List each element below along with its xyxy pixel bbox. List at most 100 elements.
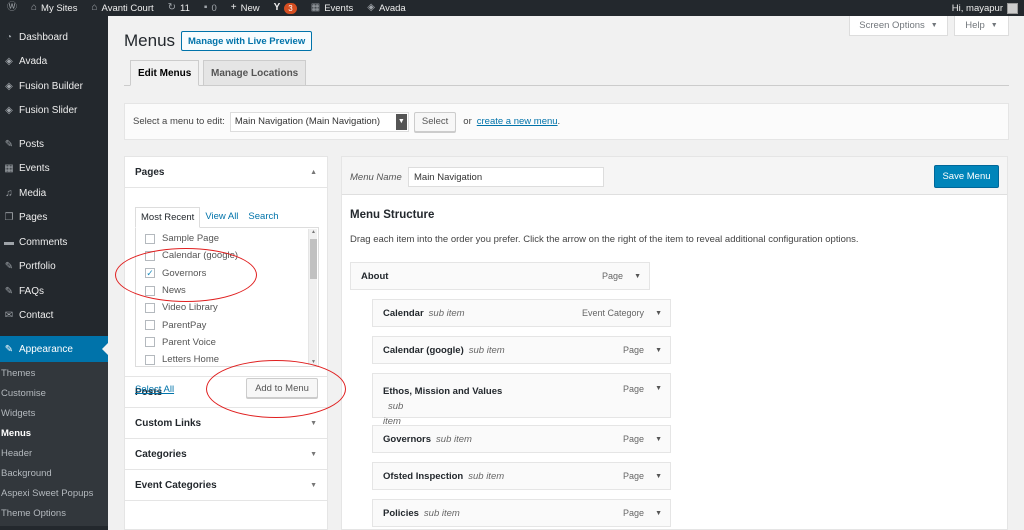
menu-item-policies[interactable]: Policies sub item Page ▼: [372, 499, 671, 527]
site-name-button[interactable]: ⌂ Avanti Court: [84, 0, 160, 16]
submenu-item-header[interactable]: Header: [0, 444, 108, 464]
sidebar-item-fusion-slider[interactable]: ◈ Fusion Slider: [0, 99, 108, 124]
checkbox[interactable]: [145, 302, 155, 313]
triangle-down-icon: ▼: [310, 481, 317, 489]
item-edit-arrow-icon[interactable]: ▼: [655, 385, 662, 392]
list-item[interactable]: Sample Page: [136, 230, 318, 247]
events-button[interactable]: ▦ Events: [304, 0, 361, 16]
submenu-item-theme-options[interactable]: Theme Options: [0, 504, 108, 524]
scrollbar-thumb[interactable]: [310, 239, 317, 279]
scroll-up-icon[interactable]: ▲: [309, 229, 318, 235]
create-new-menu-link[interactable]: create a new menu: [477, 116, 558, 127]
menu-item-ethos[interactable]: Ethos, Mission and Values sub item Page …: [372, 373, 671, 427]
avada-button[interactable]: ◈ Avada: [360, 0, 412, 16]
sidebar-item-avada[interactable]: ◈ Avada: [0, 50, 108, 75]
updates-icon: ↻: [167, 2, 177, 13]
item-edit-arrow-icon[interactable]: ▼: [655, 510, 662, 517]
manage-menus-bar: Select a menu to edit: Main Navigation (…: [124, 103, 1009, 140]
sidebar-item-faqs[interactable]: ✎ FAQs: [0, 279, 108, 304]
page-title: Menus: [124, 31, 176, 50]
sub-item-tag: sub item: [428, 307, 465, 319]
section-title: Custom Links: [135, 417, 202, 429]
submenu-item-themes[interactable]: Themes: [0, 364, 108, 384]
submenu-item-customise[interactable]: Customise: [0, 384, 108, 404]
my-sites-button[interactable]: ⌂ My Sites: [24, 0, 84, 16]
screen-options-button[interactable]: Screen Options ▼: [849, 16, 948, 36]
comments-button[interactable]: ▪ 0: [197, 0, 224, 16]
updates-count: 11: [180, 2, 190, 14]
sidebar-item-label: Dashboard: [19, 31, 68, 43]
accordion-section-event-categories[interactable]: Event Categories ▼: [125, 470, 327, 501]
scrollbar[interactable]: ▲ ▼: [308, 229, 317, 365]
menu-item-type: Page: [622, 384, 644, 394]
list-item[interactable]: ParentPay: [136, 316, 318, 333]
pin-icon: ✎: [4, 261, 14, 273]
menu-item-calendar-google[interactable]: Calendar (google) sub item Page ▼: [372, 336, 671, 364]
sidebar-item-fusion-builder[interactable]: ◈ Fusion Builder: [0, 74, 108, 99]
submenu-item-menus[interactable]: Menus: [0, 424, 108, 444]
submenu-item-background[interactable]: Background: [0, 464, 108, 484]
menu-item-type: Page: [622, 434, 644, 444]
sidebar-item-posts[interactable]: ✎ Posts: [0, 132, 108, 157]
list-item[interactable]: Parent Voice: [136, 334, 318, 351]
updates-button[interactable]: ↻ 11: [161, 0, 197, 16]
fusion-builder-icon: ◈: [5, 80, 13, 92]
accordion-section-categories[interactable]: Categories ▼: [125, 439, 327, 470]
menu-select[interactable]: Main Navigation (Main Navigation) ▼: [229, 111, 409, 132]
tab-edit-menus[interactable]: Edit Menus: [130, 60, 200, 86]
select-all-link[interactable]: Select All: [135, 384, 174, 395]
menu-item-governors[interactable]: Governors sub item Page ▼: [372, 425, 671, 453]
accordion-section-pages[interactable]: Pages ▲: [125, 157, 327, 188]
submenu-item-widgets[interactable]: Widgets: [0, 404, 108, 424]
checkbox[interactable]: [145, 233, 155, 244]
menu-item-calendar[interactable]: Calendar sub item Event Category ▼: [372, 299, 671, 327]
menu-name-label: Menu Name: [350, 172, 402, 183]
tab-view-all[interactable]: View All: [200, 207, 243, 228]
pin-icon: ✎: [4, 285, 14, 297]
sidebar-item-dashboard[interactable]: ◔ Dashboard: [0, 25, 108, 50]
my-sites-label: My Sites: [41, 2, 78, 14]
submenu-item-aspexi-sweet-popups[interactable]: Aspexi Sweet Popups: [0, 484, 108, 504]
menu-name-input[interactable]: Main Navigation: [408, 167, 604, 187]
list-item[interactable]: Video Library: [136, 299, 318, 316]
comments-count: 0: [211, 2, 217, 14]
item-edit-arrow-icon[interactable]: ▼: [655, 310, 662, 317]
live-preview-button[interactable]: Manage with Live Preview: [181, 31, 313, 51]
select-button[interactable]: Select: [413, 111, 457, 132]
sidebar-item-appearance[interactable]: ✎ Appearance: [0, 336, 108, 362]
page-label: Video Library: [162, 302, 218, 314]
sidebar-item-contact[interactable]: ✉ Contact: [0, 304, 108, 329]
wordpress-logo-button[interactable]: Ⓦ: [0, 0, 24, 16]
tab-search[interactable]: Search: [243, 207, 283, 228]
triangle-down-icon: ▼: [310, 450, 317, 458]
sidebar-item-label: Portfolio: [19, 261, 56, 273]
new-content-button[interactable]: + New: [224, 0, 267, 16]
item-edit-arrow-icon[interactable]: ▼: [655, 347, 662, 354]
menu-item-about[interactable]: About Page ▼: [350, 262, 650, 290]
checkbox[interactable]: [145, 337, 155, 348]
menu-structure-description: Drag each item into the order you prefer…: [350, 234, 859, 245]
item-edit-arrow-icon[interactable]: ▼: [634, 273, 641, 280]
tab-manage-locations[interactable]: Manage Locations: [203, 60, 307, 86]
sidebar-item-events[interactable]: ▦ Events: [0, 157, 108, 182]
checkbox[interactable]: [145, 320, 155, 331]
tab-most-recent[interactable]: Most Recent: [135, 207, 201, 228]
yoast-button[interactable]: Y3: [267, 0, 304, 16]
sidebar-item-pages[interactable]: ❐ Pages: [0, 206, 108, 231]
section-title: Categories: [135, 448, 187, 460]
item-edit-arrow-icon[interactable]: ▼: [655, 436, 662, 443]
annotation-circle-add-to-menu: [206, 360, 346, 418]
save-menu-button[interactable]: Save Menu: [934, 165, 999, 188]
avada-icon: ◈: [5, 56, 13, 68]
checkbox[interactable]: [145, 354, 155, 365]
yoast-badge: 3: [284, 2, 297, 14]
item-edit-arrow-icon[interactable]: ▼: [655, 473, 662, 480]
menu-item-ofsted[interactable]: Ofsted Inspection sub item Page ▼: [372, 462, 671, 490]
select-menu-label: Select a menu to edit:: [133, 116, 225, 127]
sidebar-item-portfolio[interactable]: ✎ Portfolio: [0, 255, 108, 280]
sidebar-item-media[interactable]: ♫ Media: [0, 181, 108, 206]
sidebar-item-comments[interactable]: ▬ Comments: [0, 230, 108, 255]
site-name-label: Avanti Court: [101, 2, 154, 14]
help-button[interactable]: Help ▼: [954, 16, 1009, 36]
account-menu[interactable]: Hi, mayapur: [952, 2, 1024, 14]
